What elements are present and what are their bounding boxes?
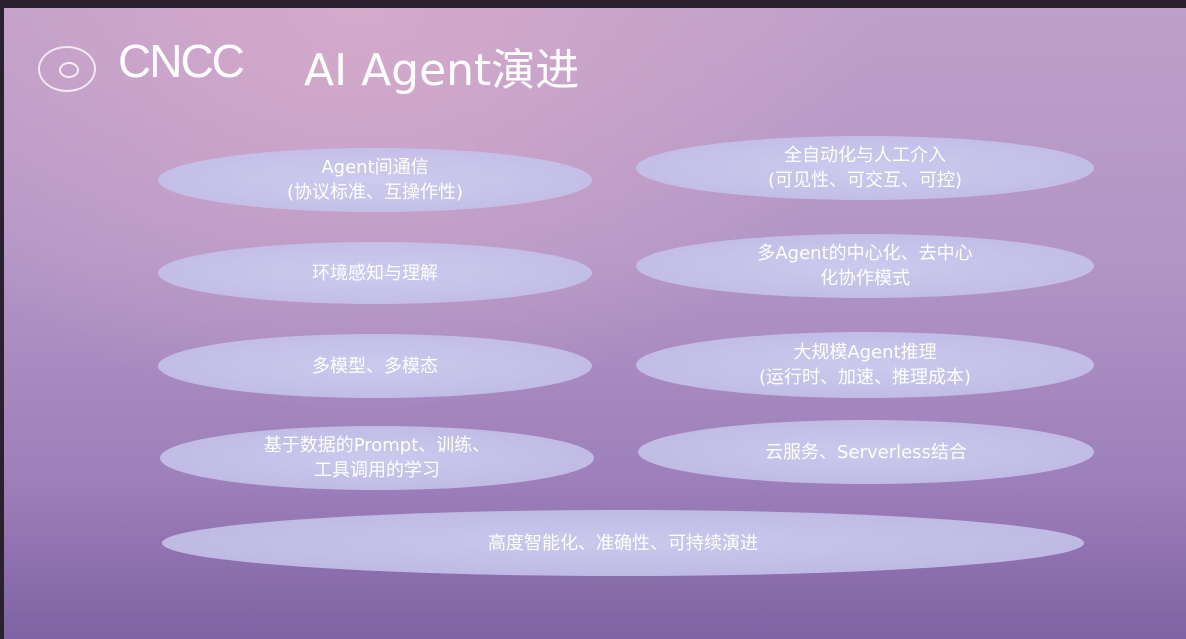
slide-title: AI Agent演进 [304, 45, 580, 96]
topic-environment-perception: 环境感知与理解 [158, 242, 592, 304]
brand-logo-text: CNCC [118, 35, 245, 87]
topic-data-learning: 基于数据的Prompt、训练、 工具调用的学习 [160, 426, 594, 490]
topic-multi-agent-collaboration: 多Agent的中心化、去中心 化协作模式 [636, 234, 1094, 298]
topic-automation-human: 全自动化与人工介入 (可见性、可交互、可控) [636, 136, 1094, 200]
topic-multi-model: 多模型、多模态 [158, 334, 592, 398]
cncc-emblem-icon [38, 46, 96, 92]
topic-agent-communication: Agent间通信 (协议标准、互操作性) [158, 148, 592, 212]
slide: CNCC AI Agent演进 Agent间通信 (协议标准、互操作性) 全自动… [4, 8, 1186, 639]
topic-cloud-serverless: 云服务、Serverless结合 [638, 420, 1094, 484]
topic-foundation: 高度智能化、准确性、可持续演进 [162, 510, 1084, 576]
topic-large-scale-inference: 大规模Agent推理 (运行时、加速、推理成本) [636, 332, 1094, 398]
